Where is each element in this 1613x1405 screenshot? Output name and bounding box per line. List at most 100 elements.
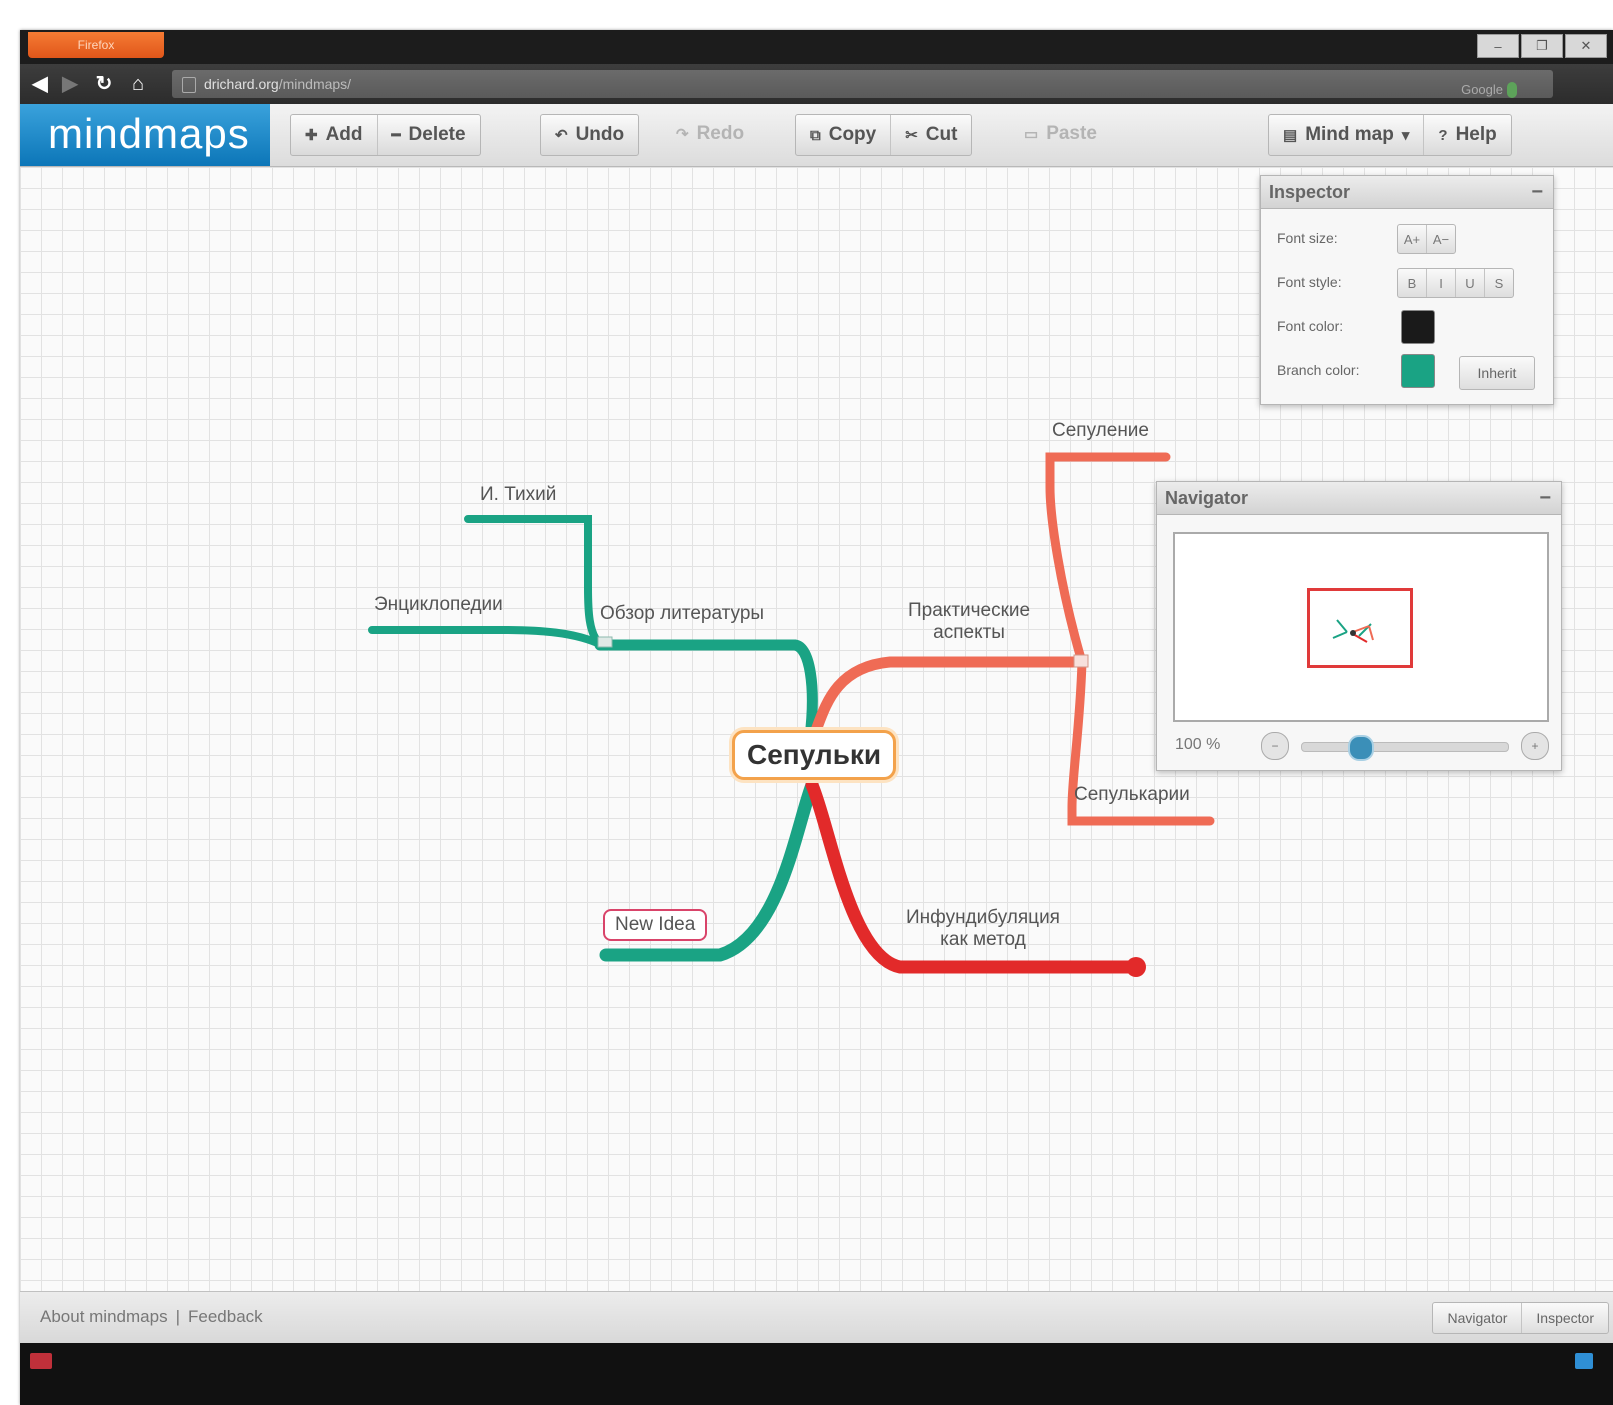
tray-icon[interactable]: [1575, 1353, 1593, 1369]
branch-end-handle[interactable]: [1126, 957, 1146, 977]
title-bar: Firefox – ❐ ✕: [20, 30, 1613, 64]
navigator-panel: Navigator − 100 % − +: [1156, 481, 1562, 771]
start-icon[interactable]: [30, 1353, 52, 1369]
node-practical-aspects[interactable]: Практические аспекты: [908, 600, 1030, 644]
inherit-button[interactable]: Inherit: [1459, 356, 1535, 390]
minimize-icon[interactable]: −: [1539, 482, 1551, 514]
footer-separator: |: [175, 1307, 180, 1326]
footer-links: About mindmaps | Feedback: [40, 1307, 263, 1327]
maximize-button[interactable]: ❐: [1521, 34, 1563, 58]
redo-icon: ↷: [676, 126, 689, 143]
cut-button[interactable]: ✂ Cut: [890, 115, 971, 155]
branch-literature-review[interactable]: [594, 639, 818, 743]
zoom-in-icon[interactable]: +: [1521, 732, 1549, 760]
italic-button[interactable]: I: [1426, 269, 1455, 297]
undo-label: Undo: [575, 124, 625, 145]
back-icon[interactable]: ◀: [28, 72, 52, 96]
font-color-label: Font color:: [1277, 318, 1344, 334]
zoom-slider[interactable]: [1301, 735, 1509, 761]
navigator-toggle-button[interactable]: Navigator: [1433, 1303, 1521, 1333]
font-style-label: Font style:: [1277, 274, 1342, 290]
inspector-toggle-button[interactable]: Inspector: [1521, 1303, 1608, 1333]
delete-button[interactable]: ━ Delete: [376, 115, 480, 155]
url-path: /mindmaps/: [278, 76, 352, 92]
app-toolbar: mindmaps ✚ Add ━ Delete ↶ Undo ↷ Redo ⧉: [20, 104, 1613, 167]
node-infundibulation[interactable]: Инфундибуляция как метод: [906, 907, 1060, 951]
add-button[interactable]: ✚ Add: [291, 115, 377, 155]
microphone-icon[interactable]: [1507, 82, 1517, 98]
undo-button[interactable]: ↶ Undo: [541, 115, 638, 155]
node-new-idea[interactable]: New Idea: [603, 909, 708, 941]
document-icon: ▤: [1283, 127, 1298, 144]
scissors-icon: ✂: [905, 127, 918, 144]
mindmap-menu-button[interactable]: ▤ Mind map ▾: [1269, 115, 1423, 155]
firefox-menu-button[interactable]: Firefox: [28, 32, 164, 58]
node-encyclopedias[interactable]: Энциклопедии: [374, 594, 503, 616]
paste-icon: ▭: [1024, 126, 1039, 143]
copy-button[interactable]: ⧉ Copy: [796, 115, 890, 155]
node-practical-aspects-line1: Практические: [908, 600, 1031, 621]
redo-button[interactable]: ↷ Redo: [662, 114, 758, 154]
clipboard-group: ⧉ Copy ✂ Cut: [795, 114, 973, 156]
undo-icon: ↶: [555, 127, 568, 144]
navigation-bar: ◀ ▶ ↻ ⌂ drichard.org/mindmaps/ Google: [20, 64, 1613, 104]
root-node[interactable]: Сепульки: [732, 730, 897, 780]
history-group: ↶ Undo: [540, 114, 640, 156]
node-infundibulation-line2: как метод: [940, 929, 1026, 950]
help-button[interactable]: ? Help: [1423, 115, 1510, 155]
search-engine-label[interactable]: Google: [1461, 76, 1503, 104]
menu-group: ▤ Mind map ▾ ? Help: [1268, 114, 1512, 156]
close-button[interactable]: ✕: [1565, 34, 1607, 58]
home-icon[interactable]: ⌂: [126, 72, 150, 96]
inspector-header[interactable]: Inspector −: [1261, 176, 1553, 209]
taskbar: [20, 1343, 1613, 1405]
font-size-increase-button[interactable]: A+: [1398, 225, 1426, 253]
branch-practical-aspects[interactable]: [809, 656, 1084, 739]
collapse-handle-literature[interactable]: [597, 636, 613, 648]
zoom-slider-thumb[interactable]: [1348, 735, 1374, 761]
forward-icon[interactable]: ▶: [58, 72, 82, 96]
edit-group: ✚ Add ━ Delete: [290, 114, 481, 156]
paste-button[interactable]: ▭ Paste: [1010, 114, 1111, 154]
paste-label: Paste: [1046, 123, 1097, 144]
node-practical-aspects-line2: аспекты: [933, 622, 1005, 643]
branch-encyclopedias[interactable]: [368, 626, 606, 649]
node-infundibulation-line1: Инфундибуляция: [906, 907, 1060, 928]
help-label: Help: [1455, 124, 1497, 145]
help-icon: ?: [1438, 126, 1448, 144]
font-size-decrease-button[interactable]: A−: [1426, 225, 1455, 253]
inspector-panel: Inspector − Font size: A+ A− Font style:…: [1260, 175, 1554, 405]
cut-label: Cut: [925, 124, 958, 145]
address-bar[interactable]: drichard.org/mindmaps/ Google: [172, 70, 1553, 98]
window-controls: – ❐ ✕: [1477, 34, 1607, 58]
font-style-buttons: B I U S: [1397, 268, 1514, 298]
app-footer: About mindmaps | Feedback Navigator Inspec…: [20, 1291, 1613, 1344]
node-sepulkarii[interactable]: Сепулькарии: [1074, 784, 1190, 806]
browser-window: Firefox – ❐ ✕ ◀ ▶ ↻ ⌂ drichard.org/mindm…: [20, 30, 1613, 1405]
reload-icon[interactable]: ↻: [92, 72, 116, 96]
node-tikhiy[interactable]: И. Тихий: [480, 484, 556, 506]
font-size-buttons: A+ A−: [1397, 224, 1456, 254]
navigator-header[interactable]: Navigator −: [1157, 482, 1561, 515]
navigator-viewport-rect[interactable]: [1307, 588, 1413, 668]
underline-button[interactable]: U: [1455, 269, 1484, 297]
minimize-button[interactable]: –: [1477, 34, 1519, 58]
branch-color-swatch[interactable]: [1401, 354, 1435, 388]
node-literature-review[interactable]: Обзор литературы: [600, 603, 764, 625]
url-host: drichard.org: [204, 76, 279, 92]
minimize-icon[interactable]: −: [1531, 176, 1543, 208]
inspector-title: Inspector: [1269, 182, 1351, 202]
strikethrough-button[interactable]: S: [1484, 269, 1513, 297]
zoom-out-icon[interactable]: −: [1261, 732, 1289, 760]
navigator-preview[interactable]: [1173, 532, 1549, 722]
collapse-handle-practical[interactable]: [1073, 654, 1089, 668]
branch-sepulenie[interactable]: [1045, 452, 1171, 667]
bold-button[interactable]: B: [1398, 269, 1426, 297]
font-color-swatch[interactable]: [1401, 310, 1435, 344]
navigator-title: Navigator: [1165, 488, 1249, 508]
node-sepulenie[interactable]: Сепуление: [1052, 420, 1149, 442]
about-link[interactable]: About mindmaps: [40, 1307, 168, 1326]
site-identity-icon[interactable]: [182, 77, 196, 93]
feedback-link[interactable]: Feedback: [188, 1307, 263, 1326]
mindmap-canvas[interactable]: Сепульки Обзор литературы И. Тихий Энцик…: [20, 167, 1613, 1291]
